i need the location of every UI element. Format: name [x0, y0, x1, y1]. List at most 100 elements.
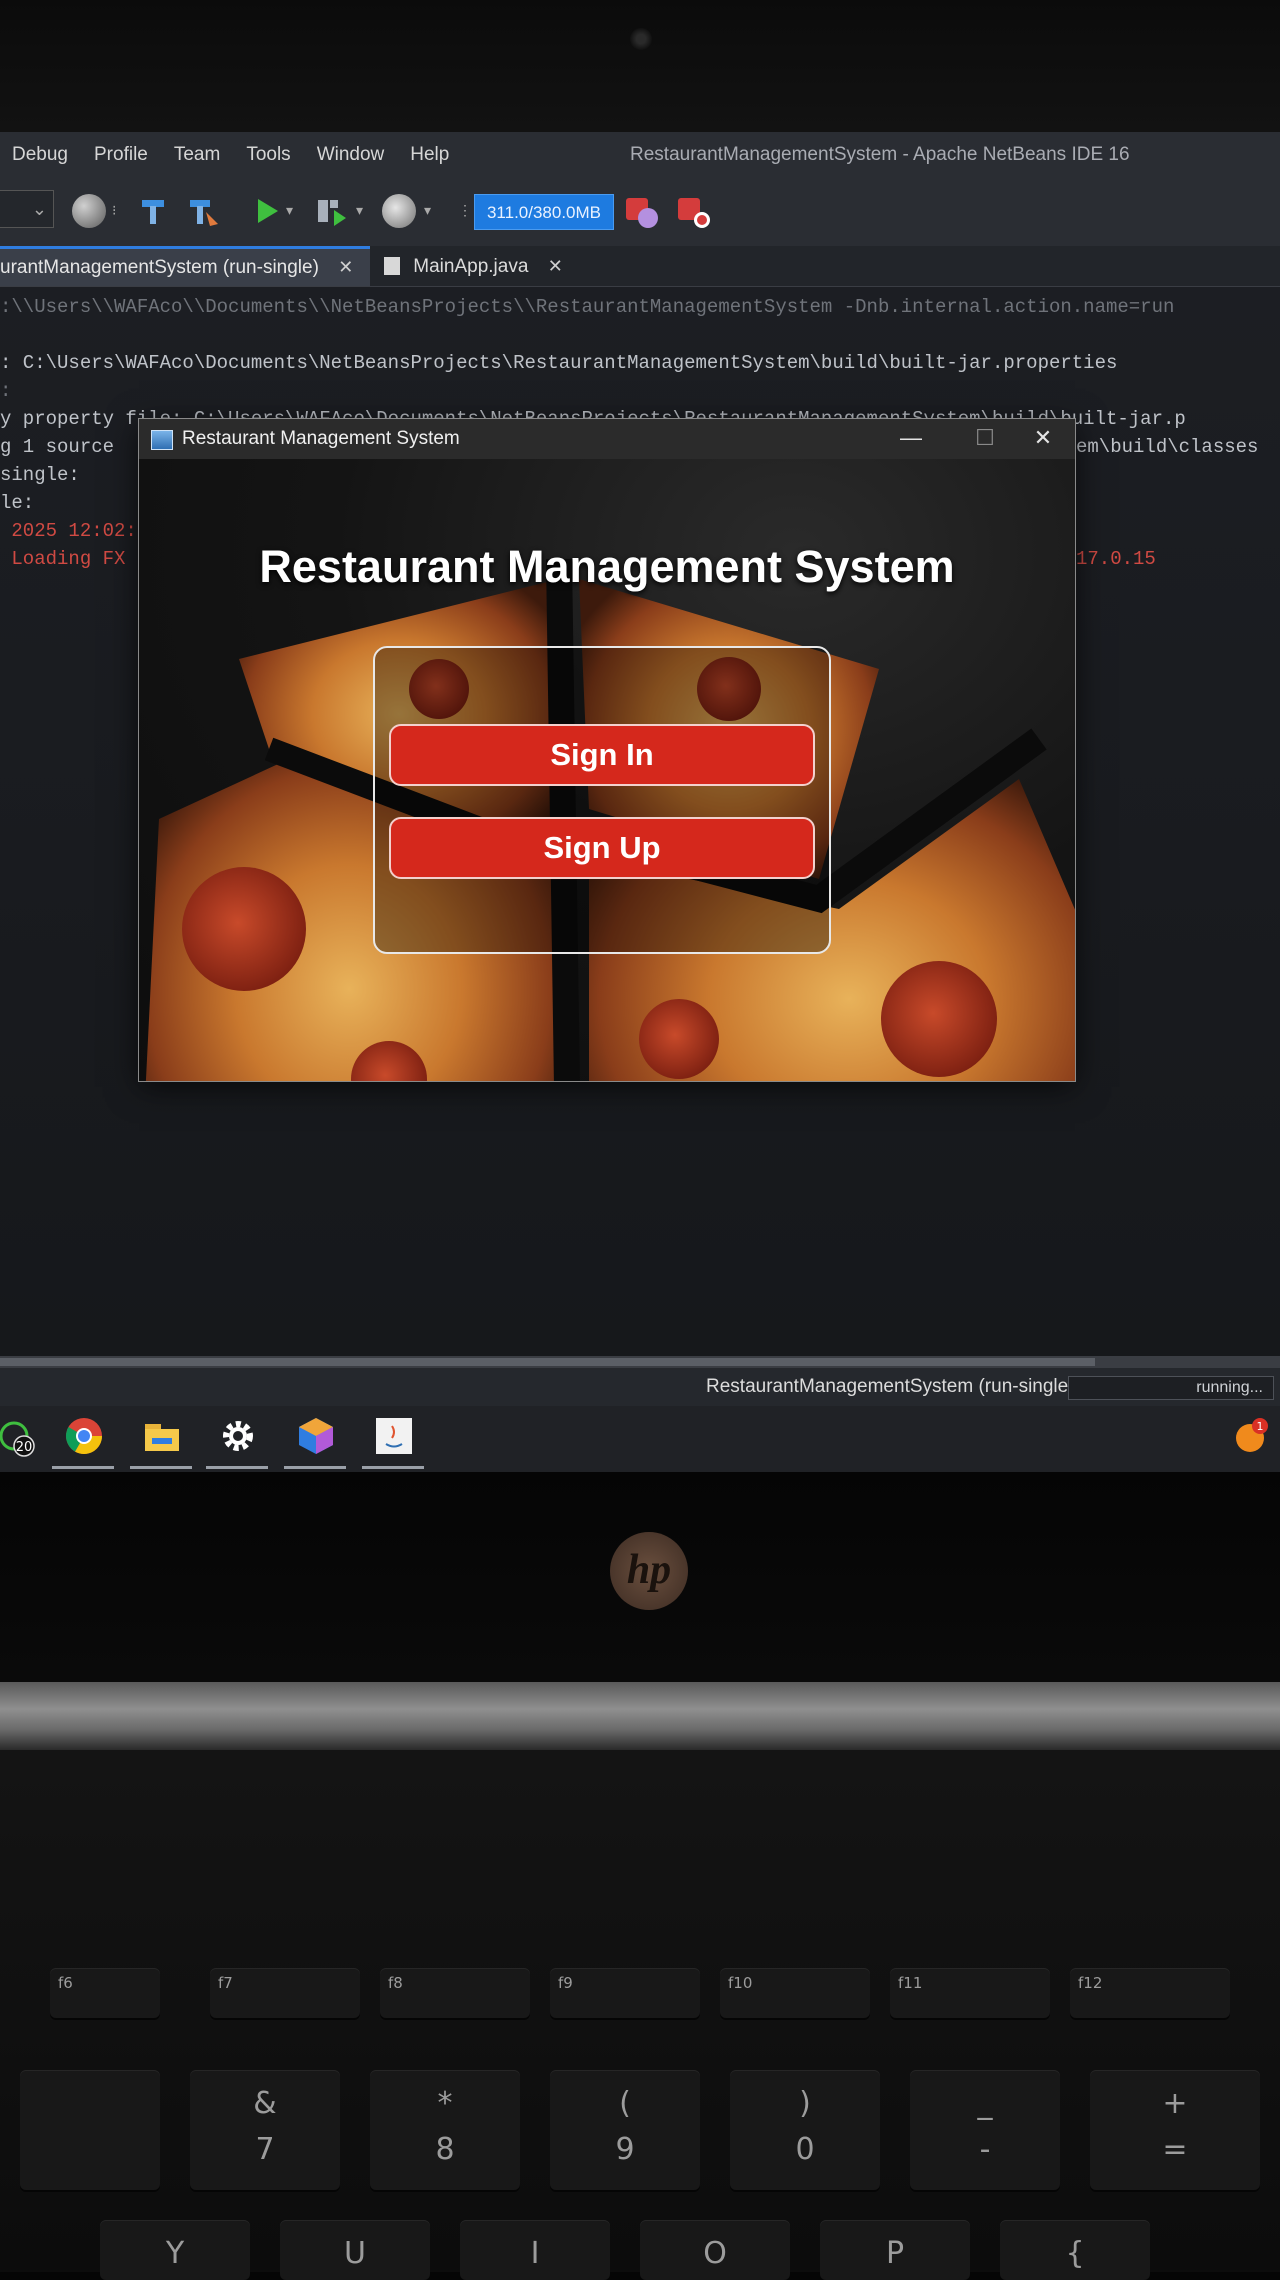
console-line: le:	[0, 492, 35, 514]
console-line: single:	[0, 464, 80, 486]
app-content: Restaurant Management System Sign In Sig…	[139, 459, 1075, 1081]
console-line: g 1 source	[0, 436, 115, 458]
notification-icon[interactable]: 1	[1232, 1416, 1272, 1456]
ide-window-title: RestaurantManagementSystem - Apache NetB…	[630, 144, 1130, 165]
menu-help[interactable]: Help	[410, 144, 449, 166]
key-f6[interactable]: f6	[50, 1968, 160, 2018]
clean-build-icon[interactable]	[186, 194, 220, 228]
close-icon[interactable]: ✕	[548, 256, 563, 276]
netbeans-icon[interactable]	[296, 1416, 336, 1456]
app-window-title: Restaurant Management System	[182, 428, 460, 449]
updates-badge-count: 20	[16, 1440, 33, 1455]
hp-logo: hp	[610, 1532, 688, 1610]
key-f11[interactable]: f11	[890, 1968, 1050, 2018]
run-icon[interactable]	[250, 194, 284, 228]
taskbar-active-indicator	[52, 1466, 114, 1469]
output-tabs: urantManagementSystem (run-single) ✕ Mai…	[0, 246, 1280, 287]
profiler-icon[interactable]	[676, 194, 710, 228]
sign-in-button[interactable]: Sign In	[389, 724, 815, 786]
console-line: :	[0, 380, 12, 402]
key-equals[interactable]: + =	[1090, 2070, 1260, 2190]
menu-tools[interactable]: Tools	[246, 144, 290, 166]
laptop-hinge	[0, 1682, 1280, 1750]
key-7[interactable]: & 7	[190, 2070, 340, 2190]
profile-dropdown-icon[interactable]: ▾	[424, 202, 431, 219]
console-line: : C:\Users\WAFAco\Documents\NetBeansProj…	[0, 352, 1118, 374]
key-u[interactable]: U	[280, 2220, 430, 2280]
auth-panel: Sign In Sign Up	[373, 646, 831, 954]
toolbar-separator: ⋮	[458, 202, 472, 218]
key-minus[interactable]: _ -	[910, 2070, 1060, 2190]
memory-indicator[interactable]: 311.0/380.0MB	[474, 194, 614, 230]
build-hammer-icon[interactable]	[136, 194, 170, 228]
key-6[interactable]	[20, 2070, 160, 2190]
close-button[interactable]: ✕	[1013, 419, 1073, 459]
ide-menubar: Debug Profile Team Tools Window Help Res…	[0, 132, 1280, 178]
key-i[interactable]: I	[460, 2220, 610, 2280]
chevron-down-icon: ⁝	[112, 202, 117, 218]
key-brace[interactable]: {	[1000, 2220, 1150, 2280]
tab-label: MainApp.java	[413, 256, 529, 277]
taskbar-active-indicator	[206, 1466, 268, 1469]
console-line: 17.0.15	[1076, 548, 1156, 570]
key-8[interactable]: * 8	[370, 2070, 520, 2190]
key-f7[interactable]: f7	[210, 1968, 360, 2018]
screen: Debug Profile Team Tools Window Help Res…	[0, 132, 1280, 1472]
app-heading: Restaurant Management System	[259, 541, 955, 592]
key-0[interactable]: ) 0	[730, 2070, 880, 2190]
taskbar-active-indicator	[130, 1466, 192, 1469]
task-progress-bar[interactable]: running...	[1068, 1376, 1274, 1400]
key-f12[interactable]: f12	[1070, 1968, 1230, 2018]
menu-debug[interactable]: Debug	[12, 144, 68, 166]
tab-mainapp[interactable]: MainApp.java ✕	[384, 246, 563, 286]
maximize-button[interactable]: ☐	[955, 419, 1015, 459]
key-f8[interactable]: f8	[380, 1968, 530, 2018]
ide-statusbar: RestaurantManagementSystem (run-single) …	[0, 1368, 1280, 1406]
taskbar-active-indicator	[284, 1466, 346, 1469]
status-task-label[interactable]: RestaurantManagementSystem (run-single)	[706, 1376, 1075, 1398]
menu-window[interactable]: Window	[317, 144, 385, 166]
console-line: em\build\classes	[1076, 436, 1259, 458]
debug-dropdown-icon[interactable]: ▾	[356, 202, 363, 219]
taskbar-active-indicator	[362, 1466, 424, 1469]
debug-icon[interactable]	[314, 194, 348, 228]
profile-icon[interactable]	[382, 194, 416, 228]
restaurant-app-window: Restaurant Management System — ☐ ✕ Resta…	[139, 419, 1075, 1081]
java-file-icon	[384, 257, 400, 275]
console-line: 2025 12:02:	[0, 520, 137, 542]
gc-icon[interactable]	[624, 194, 658, 228]
globe-icon[interactable]	[72, 194, 106, 228]
app-window-icon	[151, 430, 173, 450]
app-titlebar[interactable]: Restaurant Management System — ☐ ✕	[139, 419, 1075, 459]
file-explorer-icon[interactable]	[142, 1416, 182, 1456]
sign-up-button[interactable]: Sign Up	[389, 817, 815, 879]
console-line: Loading FX	[0, 548, 126, 570]
tab-label: urantManagementSystem (run-single)	[0, 257, 319, 278]
ide-toolbar: ⌄ ⁝ ▾ ▾ ▾ ⋮ 311.0/380.0MB	[0, 178, 1280, 246]
key-p[interactable]: P	[820, 2220, 970, 2280]
chrome-icon[interactable]	[64, 1416, 104, 1456]
configuration-dropdown[interactable]: ⌄	[0, 190, 54, 228]
java-app-icon[interactable]	[374, 1416, 414, 1456]
scrollbar-thumb[interactable]	[0, 1358, 1095, 1366]
close-icon[interactable]: ✕	[338, 257, 353, 277]
key-o[interactable]: O	[640, 2220, 790, 2280]
laptop-bezel	[0, 0, 1280, 132]
minimize-button[interactable]: —	[881, 419, 941, 459]
webcam-icon	[630, 28, 652, 50]
run-dropdown-icon[interactable]: ▾	[286, 202, 293, 219]
key-f9[interactable]: f9	[550, 1968, 700, 2018]
keyboard-deck: f6 f7 f8 f9 f10 f11 f12 & 7 * 8 (9 ) 0 _ - +…	[0, 1750, 1280, 2280]
windows-taskbar: 20 1	[0, 1406, 1280, 1472]
tab-run-single[interactable]: urantManagementSystem (run-single) ✕	[0, 246, 370, 286]
notification-badge-count: 1	[1257, 1420, 1264, 1433]
console-line: :\\Users\\WAFAco\\Documents\\NetBeansPro…	[0, 296, 1175, 318]
updates-icon[interactable]: 20	[0, 1416, 40, 1457]
settings-gear-icon[interactable]	[218, 1416, 258, 1456]
key-f10[interactable]: f10	[720, 1968, 870, 2018]
menu-team[interactable]: Team	[174, 144, 220, 166]
menu-profile[interactable]: Profile	[94, 144, 148, 166]
key-y[interactable]: Y	[100, 2220, 250, 2280]
horizontal-scrollbar[interactable]	[0, 1356, 1280, 1368]
key-9[interactable]: (9	[550, 2070, 700, 2190]
